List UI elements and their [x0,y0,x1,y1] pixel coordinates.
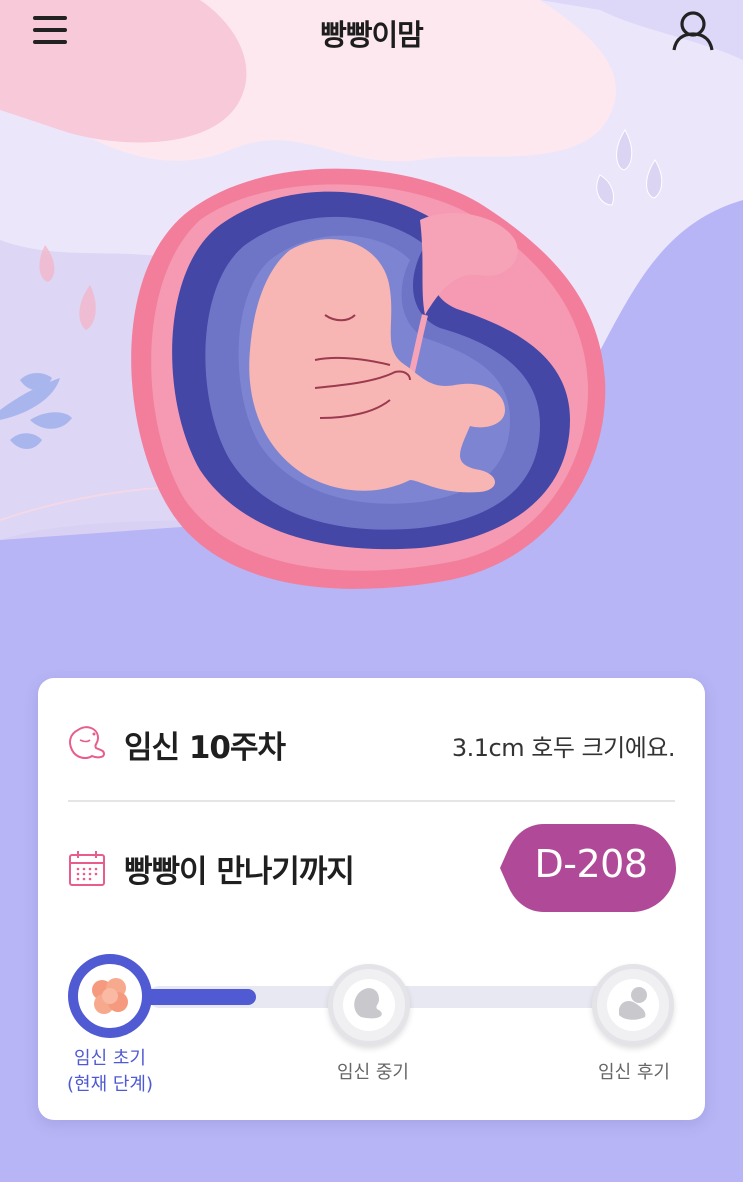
app-title: 빵빵이맘 [320,18,424,52]
user-icon[interactable] [668,6,718,56]
pregnancy-info-card: 임신 10주차 3.1cm 호두 크기에요. 빵빵이 만나기까지 D-208 임… [38,678,705,1120]
app-header: 빵빵이맘 [0,0,743,60]
embryo-stage-icon [343,979,395,1031]
week-label: 임신 10주차 [124,730,286,766]
stage-middle-label: 임신 중기 [337,1062,409,1083]
countdown-label: 빵빵이 만나기까지 [124,854,355,890]
embryo-illustration [131,168,606,589]
calendar-icon [69,851,105,886]
stage-early[interactable] [68,954,152,1038]
week-info-row: 임신 10주차 3.1cm 호두 크기에요. [38,710,705,774]
stage-late-label: 임신 후기 [598,1062,670,1083]
size-description: 3.1cm 호두 크기에요. [451,734,676,762]
embryo-icon [69,726,106,759]
baby-stage-icon [607,979,659,1031]
stage-middle[interactable] [328,964,410,1046]
countdown-row: 빵빵이 만나기까지 D-208 [38,824,705,914]
stage-early-label: 임신 초기 (현재 단계) [66,1048,153,1095]
cell-cluster-icon [92,978,128,1014]
stage-late[interactable] [592,964,674,1046]
dday-value: D-208 [534,842,648,886]
divider [68,800,675,802]
